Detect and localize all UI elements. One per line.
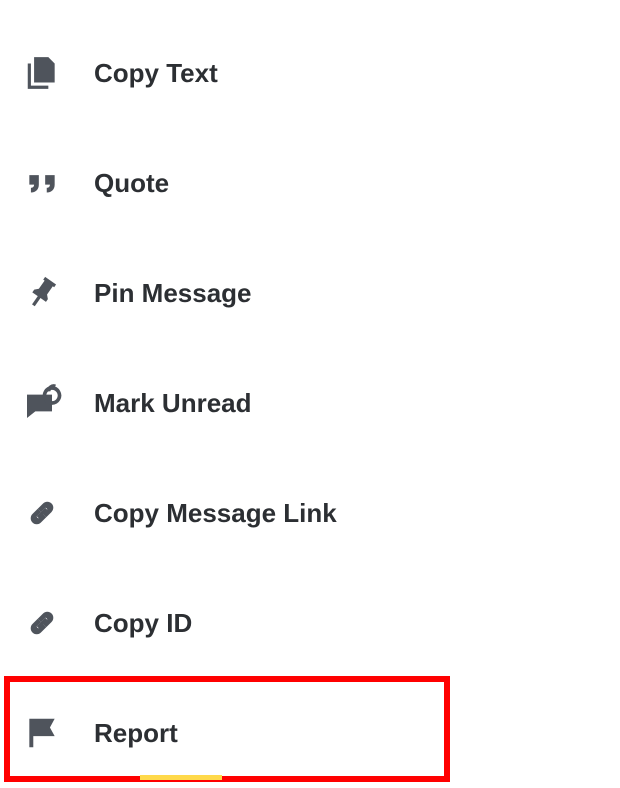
pin-icon — [20, 271, 64, 315]
menu-item-label: Report — [94, 718, 178, 749]
copy-text-icon — [20, 51, 64, 95]
menu-item-label: Copy ID — [94, 608, 192, 639]
mark-unread-icon — [20, 381, 64, 425]
underline-annotation — [140, 775, 222, 780]
menu-item-mark-unread[interactable]: Mark Unread — [0, 348, 620, 458]
flag-icon — [20, 711, 64, 755]
menu-item-quote[interactable]: Quote — [0, 128, 620, 238]
menu-item-label: Copy Text — [94, 58, 218, 89]
highlight-annotation — [4, 676, 450, 782]
menu-item-report[interactable]: Report — [0, 678, 620, 788]
link-icon — [20, 491, 64, 535]
menu-item-label: Pin Message — [94, 278, 252, 309]
menu-item-label: Mark Unread — [94, 388, 252, 419]
quote-icon — [20, 161, 64, 205]
menu-item-copy-id[interactable]: Copy ID — [0, 568, 620, 678]
menu-item-copy-message-link[interactable]: Copy Message Link — [0, 458, 620, 568]
menu-item-copy-text[interactable]: Copy Text — [0, 18, 620, 128]
link-icon — [20, 601, 64, 645]
menu-item-pin-message[interactable]: Pin Message — [0, 238, 620, 348]
menu-item-label: Quote — [94, 168, 169, 199]
menu-item-label: Copy Message Link — [94, 498, 337, 529]
